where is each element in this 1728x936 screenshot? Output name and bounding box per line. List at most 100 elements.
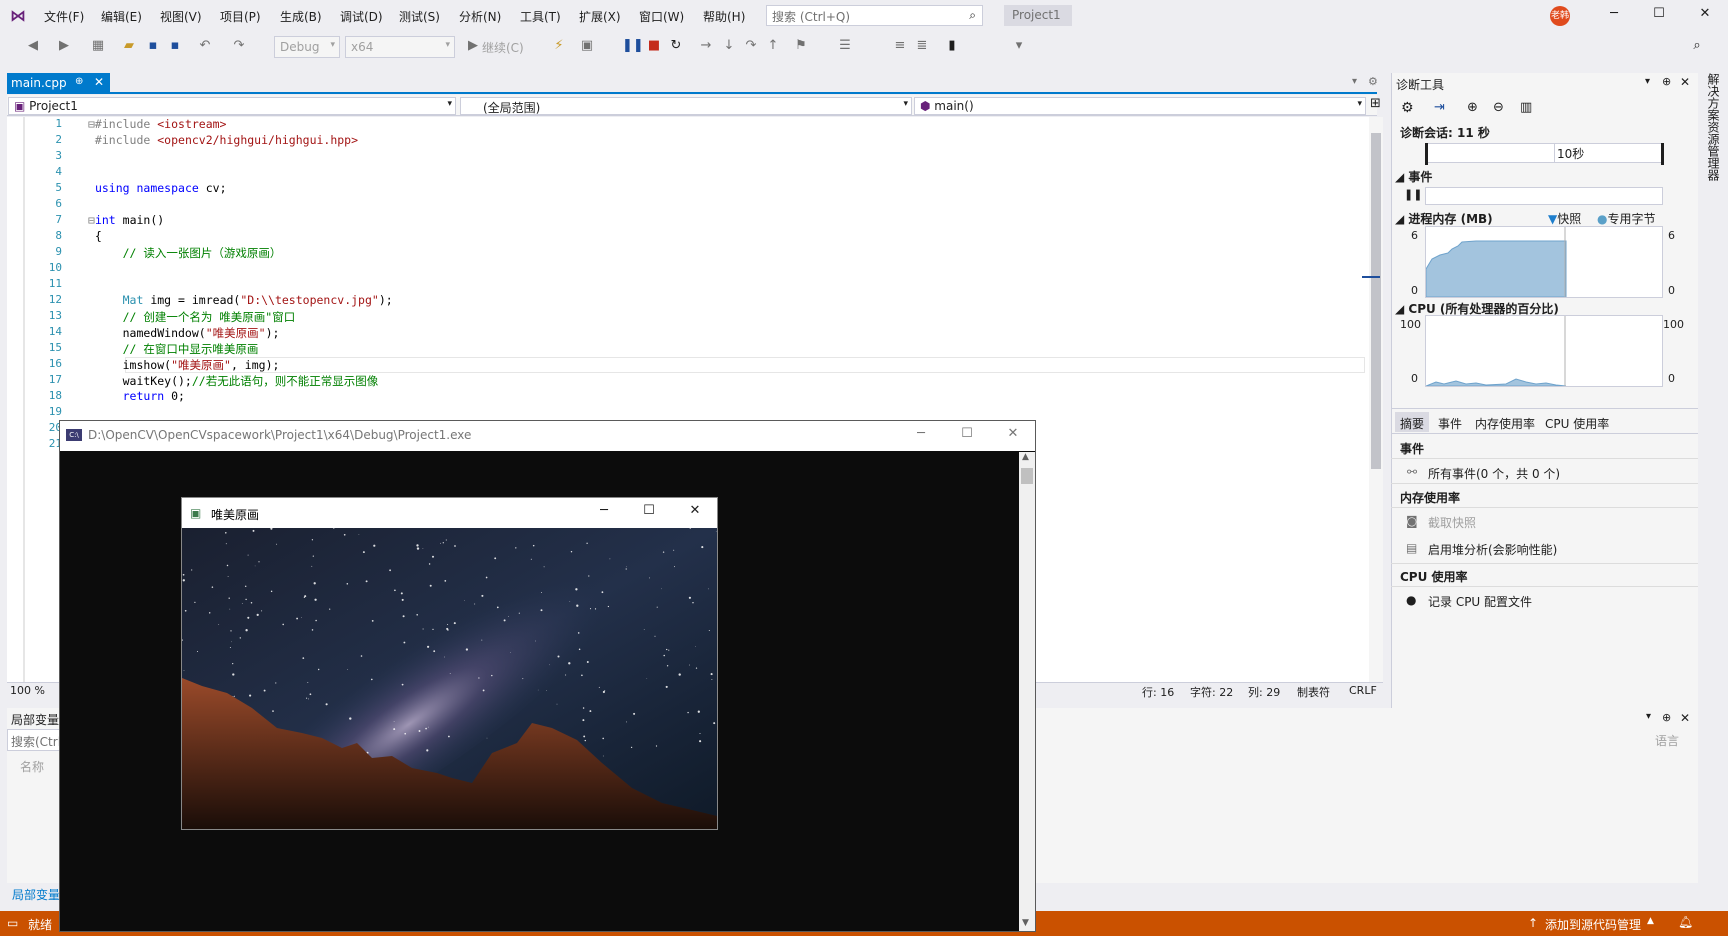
collapse-icon[interactable]: ◢ <box>1395 170 1408 184</box>
tab-events[interactable]: 事件 <box>1438 415 1462 432</box>
close-icon[interactable]: ✕ <box>1001 426 1025 446</box>
pause-icon[interactable]: ❚❚ <box>1404 188 1422 201</box>
scroll-down-icon[interactable]: ▼ <box>1022 918 1029 928</box>
new-project-icon[interactable]: ▦ <box>89 37 107 55</box>
chevron-down-icon[interactable]: ▾ <box>1645 76 1650 87</box>
tab-summary[interactable]: 摘要 <box>1400 415 1424 432</box>
record-cpu-button[interactable]: 记录 CPU 配置文件 <box>1428 593 1532 610</box>
open-file-icon[interactable]: ▰ <box>120 37 138 55</box>
member-select[interactable]: ⬢ main() ▾ <box>914 97 1366 115</box>
zoom-out-icon[interactable]: ⊖ <box>1493 100 1504 115</box>
format-icon[interactable]: ≡ <box>891 37 909 55</box>
screenshot-icon[interactable]: ▣ <box>578 37 596 55</box>
menu-debug[interactable]: 调试(D) <box>340 8 383 25</box>
project-select[interactable]: ▣ Project1 ▾ <box>8 97 456 115</box>
export-icon[interactable]: ⇥ <box>1434 100 1445 115</box>
pin-icon[interactable]: ⊕ <box>1662 75 1671 88</box>
line-ending[interactable]: CRLF <box>1349 684 1377 697</box>
menu-extensions[interactable]: 扩展(X) <box>579 8 621 25</box>
memory-chart[interactable] <box>1425 226 1663 298</box>
menu-analyze[interactable]: 分析(N) <box>459 8 501 25</box>
menu-tools[interactable]: 工具(T) <box>520 8 561 25</box>
scroll-up-icon[interactable]: ▲ <box>1022 452 1029 462</box>
take-snapshot-button[interactable]: 截取快照 <box>1428 514 1476 531</box>
pause-icon[interactable]: ❚❚ <box>622 37 644 55</box>
step-over-icon[interactable]: ↷ <box>742 37 760 55</box>
menu-window[interactable]: 窗口(W) <box>639 8 684 25</box>
continue-icon[interactable]: ▶ <box>464 37 482 55</box>
scope-select[interactable]: (全局范围) ▾ <box>460 97 912 115</box>
collapse-icon[interactable]: ◢ <box>1395 212 1408 226</box>
collapse-icon[interactable]: ◢ <box>1395 302 1408 316</box>
restart-icon[interactable]: ↻ <box>667 37 685 55</box>
tab-list-chevron-icon[interactable]: ▾ <box>1352 76 1357 87</box>
maximize-icon[interactable]: ☐ <box>1647 6 1671 26</box>
timeline-end-marker[interactable] <box>1661 143 1664 165</box>
undo-icon[interactable]: ↶ <box>196 37 214 55</box>
cpu-chart[interactable] <box>1425 315 1663 387</box>
close-icon[interactable]: ✕ <box>683 503 707 523</box>
console-scrollbar[interactable] <box>1019 452 1035 931</box>
breakpoints-icon[interactable]: ⚑ <box>792 37 810 55</box>
tab-mode[interactable]: 制表符 <box>1297 684 1330 700</box>
tab-main-cpp[interactable]: main.cpp ⊕ ✕ <box>7 73 110 93</box>
forward-icon[interactable]: ▶ <box>55 37 73 55</box>
stop-icon[interactable]: ■ <box>645 37 663 55</box>
close-panel-icon[interactable]: ✕ <box>1680 711 1690 725</box>
configuration-select[interactable]: Debug ▾ <box>274 36 340 58</box>
gear-icon[interactable]: ⚙ <box>1401 100 1414 116</box>
menu-file[interactable]: 文件(F) <box>44 8 84 25</box>
split-editor-icon[interactable]: ⊞ <box>1370 96 1381 111</box>
uncomment-icon[interactable]: ≣ <box>913 37 931 55</box>
add-to-source-control-button[interactable]: 添加到源代码管理 <box>1545 916 1641 933</box>
live-share-icon[interactable]: ⌕ <box>1688 37 1706 55</box>
close-tab-icon[interactable]: ✕ <box>94 75 104 89</box>
toolbar-options-icon[interactable]: ▾ <box>1010 37 1028 55</box>
tab-cpu-usage[interactable]: CPU 使用率 <box>1545 415 1609 432</box>
close-icon[interactable]: ✕ <box>1693 6 1717 26</box>
timeline-ruler[interactable] <box>1425 143 1663 163</box>
menu-edit[interactable]: 编辑(E) <box>101 8 142 25</box>
zoom-in-icon[interactable]: ⊕ <box>1467 100 1478 115</box>
maximize-icon[interactable]: ☐ <box>637 503 661 523</box>
tab-memory-usage[interactable]: 内存使用率 <box>1475 415 1535 432</box>
pin-icon[interactable]: ⊕ <box>1662 711 1671 724</box>
minimize-icon[interactable]: ─ <box>1602 6 1626 26</box>
minimize-icon[interactable]: ─ <box>909 426 933 446</box>
show-next-statement-icon[interactable]: → <box>697 37 715 55</box>
pin-icon[interactable]: ⊕ <box>75 76 83 87</box>
console-scrollbar-thumb[interactable] <box>1021 468 1033 484</box>
continue-button[interactable]: 继续(C) <box>482 39 524 56</box>
search-input[interactable]: 搜索 (Ctrl+Q) ⌕ <box>766 5 983 26</box>
menu-help[interactable]: 帮助(H) <box>703 8 745 25</box>
maximize-icon[interactable]: ☐ <box>955 426 979 446</box>
redo-icon[interactable]: ↷ <box>230 37 248 55</box>
chevron-down-icon[interactable]: ▾ <box>1646 711 1651 722</box>
save-all-icon[interactable]: ▪ <box>166 37 184 55</box>
back-icon[interactable]: ◀ <box>24 37 42 55</box>
bookmark-icon[interactable]: ▮ <box>943 37 961 55</box>
minimize-icon[interactable]: ─ <box>592 503 616 523</box>
menu-project[interactable]: 项目(P) <box>220 8 261 25</box>
step-into-icon[interactable]: ↓ <box>720 37 738 55</box>
chart-icon[interactable]: ▥ <box>1520 100 1532 115</box>
menu-view[interactable]: 视图(V) <box>160 8 202 25</box>
menu-build[interactable]: 生成(B) <box>280 8 322 25</box>
locals-search-input[interactable]: 搜索(Ctrl <box>7 729 67 751</box>
notification-bell-icon[interactable]: 🔔︎ <box>1678 915 1693 929</box>
solution-explorer-side-tab[interactable]: 解决方案资源管理器 <box>1700 68 1728 268</box>
close-panel-icon[interactable]: ✕ <box>1680 75 1690 89</box>
hot-reload-icon[interactable]: ⚡ <box>550 37 568 55</box>
timeline-start-marker[interactable] <box>1425 143 1428 165</box>
heap-analysis-button[interactable]: 启用堆分析(会影响性能) <box>1428 541 1557 558</box>
locals-bottom-tab[interactable]: 局部变量 <box>12 886 60 903</box>
step-out-icon[interactable]: ↑ <box>764 37 782 55</box>
platform-select[interactable]: x64 ▾ <box>345 36 455 58</box>
avatar[interactable]: 老韩 <box>1550 6 1570 26</box>
chevron-up-icon[interactable]: ▲ <box>1647 916 1654 926</box>
all-events-link[interactable]: 所有事件(0 个，共 0 个) <box>1428 465 1560 482</box>
zoom-level[interactable]: 100 % <box>10 684 45 697</box>
comment-icon[interactable]: ☰ <box>836 37 854 55</box>
save-icon[interactable]: ▪ <box>144 37 162 55</box>
settings-icon[interactable]: ⚙ <box>1368 75 1378 88</box>
